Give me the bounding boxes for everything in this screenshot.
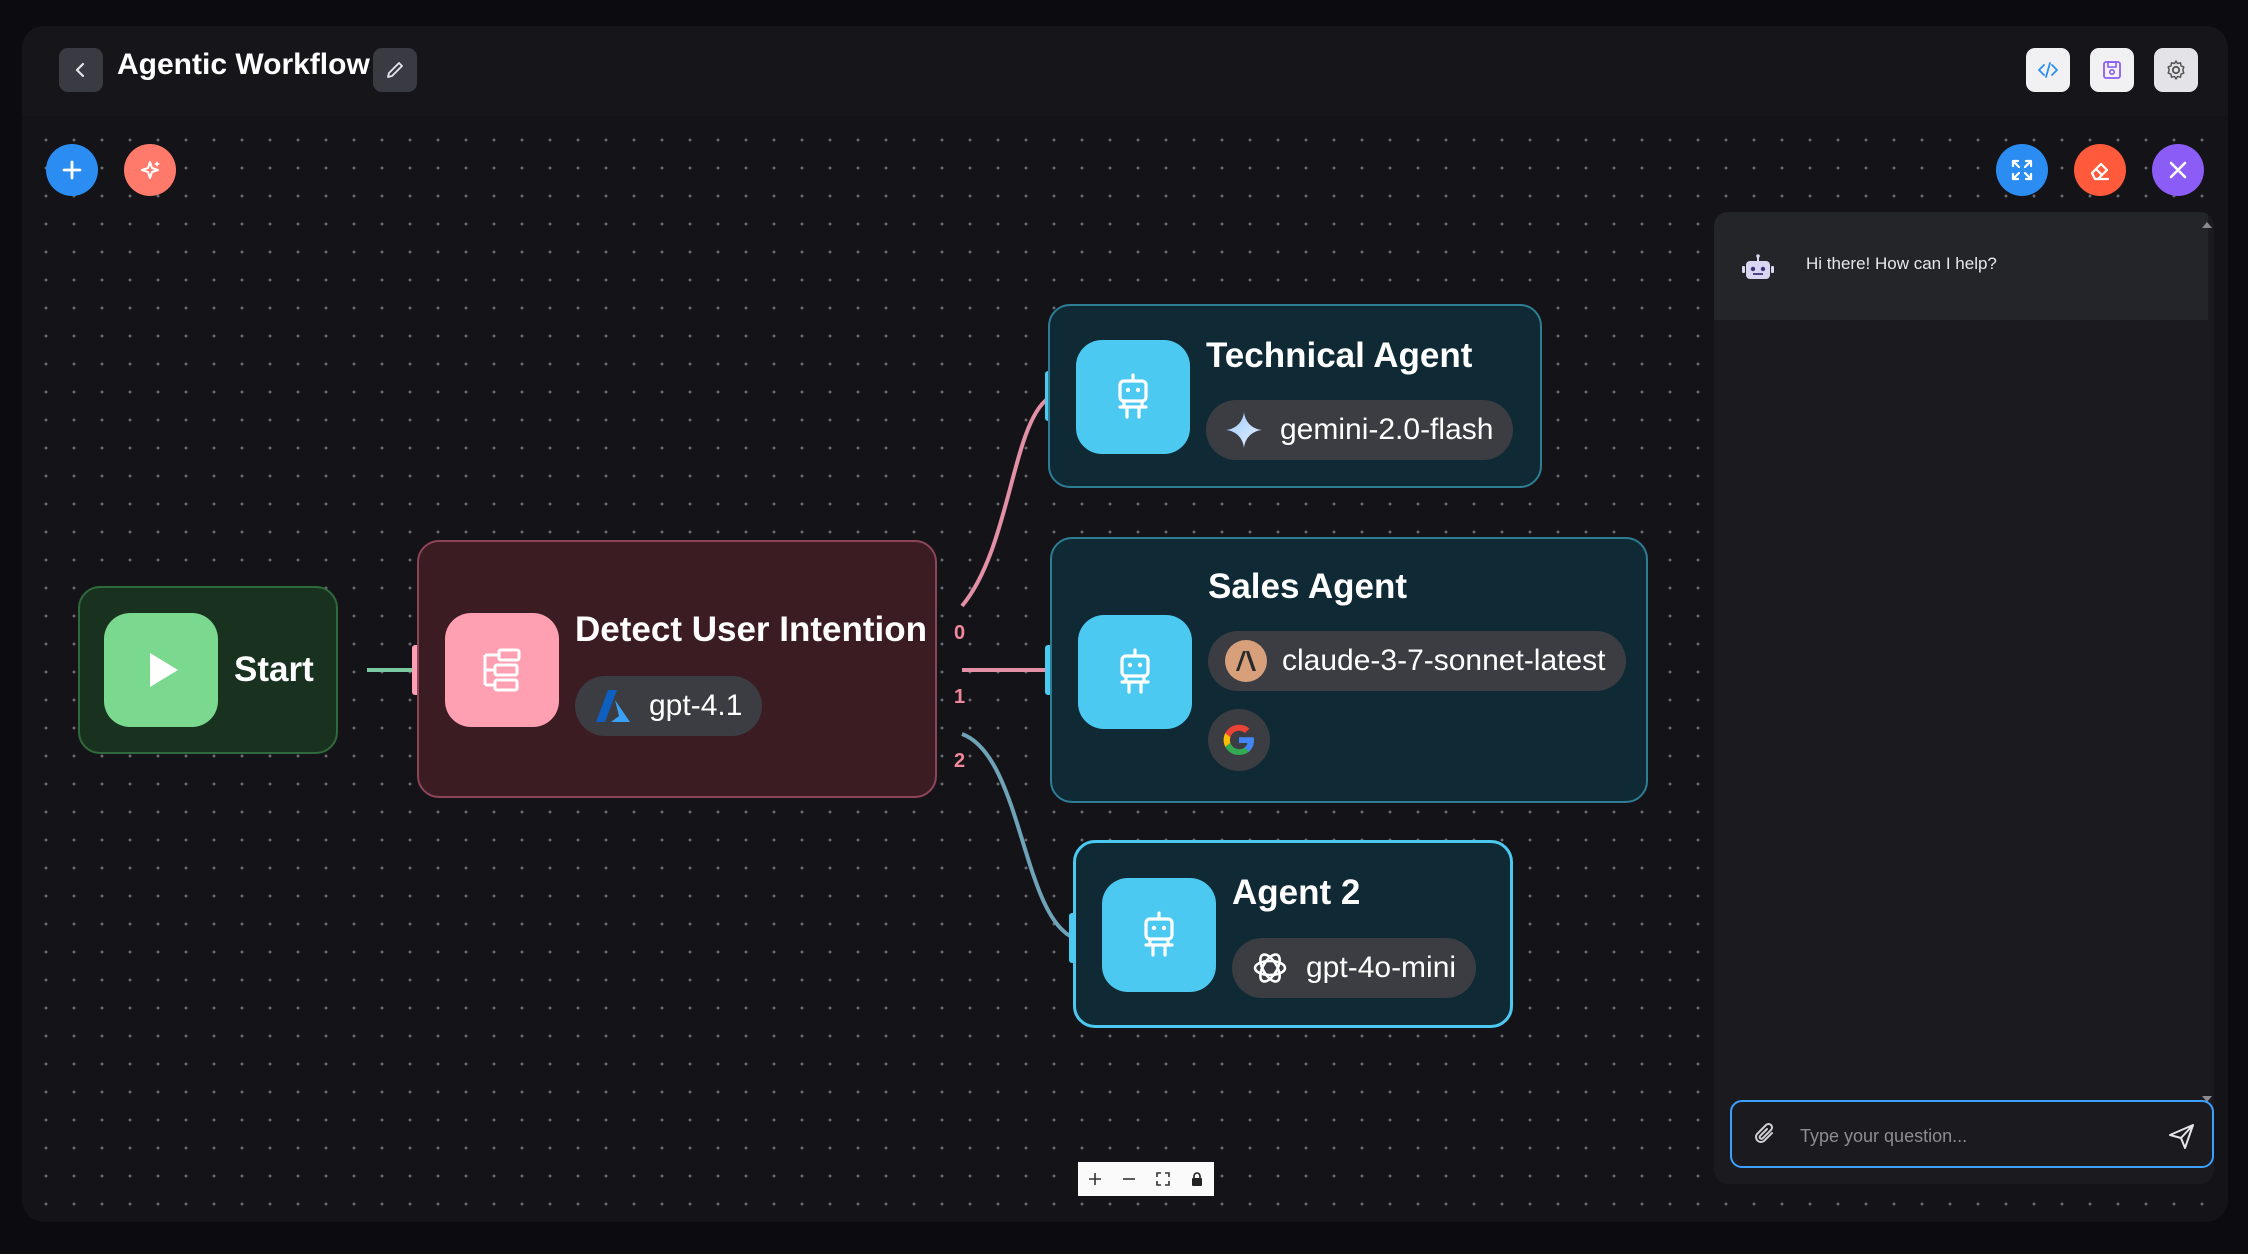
sales-agent-node[interactable]: Sales Agent claude-3-7-sonnet-latest bbox=[1050, 537, 1648, 803]
agent2-model-pill[interactable]: gpt-4o-mini bbox=[1232, 938, 1477, 998]
play-icon bbox=[150, 653, 178, 687]
edge-router-technical bbox=[960, 394, 1054, 608]
router-tile bbox=[445, 613, 559, 727]
router-node[interactable]: Detect User Intention gpt-4.1 bbox=[417, 540, 937, 798]
flow-branch-icon bbox=[483, 648, 521, 692]
sales-model-pill[interactable]: claude-3-7-sonnet-latest bbox=[1208, 631, 1626, 691]
router-output-1: 1 bbox=[954, 686, 966, 708]
anthropic-icon bbox=[1224, 639, 1268, 683]
sales-tool-google[interactable] bbox=[1208, 709, 1270, 771]
technical-agent-tile bbox=[1076, 340, 1190, 454]
technical-model-pill[interactable]: gemini-2.0-flash bbox=[1206, 400, 1514, 460]
agent2-node[interactable]: Agent 2 gpt-4o-mini bbox=[1073, 840, 1513, 1028]
robot-icon bbox=[1144, 911, 1174, 957]
router-model-label: gpt-4.1 bbox=[649, 689, 743, 722]
bot-greeting: Hi there! How can I help? bbox=[1806, 254, 1997, 273]
sales-agent-title: Sales Agent bbox=[1208, 567, 1408, 606]
start-label: Start bbox=[234, 650, 314, 689]
router-output-0: 0 bbox=[954, 622, 966, 644]
chat-input-box bbox=[1730, 1100, 2214, 1168]
zoom-in-icon[interactable] bbox=[1080, 1164, 1110, 1194]
chat-input[interactable] bbox=[1800, 1122, 2140, 1150]
azure-icon bbox=[591, 684, 635, 728]
chat-message-bot: Hi there! How can I help? bbox=[1714, 212, 2208, 320]
agent2-title: Agent 2 bbox=[1232, 873, 1361, 912]
start-node[interactable]: Start bbox=[78, 586, 338, 754]
openai-icon bbox=[1248, 946, 1292, 990]
router-title: Detect User Intention bbox=[575, 610, 927, 649]
app-window: Agentic Workflow Start Detect User Inten… bbox=[22, 26, 2228, 1222]
zoom-out-icon[interactable] bbox=[1114, 1164, 1144, 1194]
technical-agent-title: Technical Agent bbox=[1206, 336, 1473, 375]
lock-icon[interactable] bbox=[1182, 1164, 1212, 1194]
bot-avatar-icon bbox=[1740, 252, 1776, 293]
scroll-up-icon[interactable] bbox=[2200, 218, 2214, 232]
google-icon bbox=[1223, 724, 1254, 755]
play-tile bbox=[104, 613, 218, 727]
robot-icon bbox=[1118, 373, 1148, 419]
gemini-icon bbox=[1222, 408, 1266, 452]
fit-screen-icon[interactable] bbox=[1148, 1164, 1178, 1194]
agent2-tile bbox=[1102, 878, 1216, 992]
chat-panel: Hi there! How can I help? bbox=[1714, 212, 2214, 1184]
paperclip-icon[interactable] bbox=[1750, 1120, 1780, 1155]
sales-agent-tile bbox=[1078, 615, 1192, 729]
router-model-pill[interactable]: gpt-4.1 bbox=[575, 676, 763, 736]
technical-agent-node[interactable]: Technical Agent gemini-2.0-flash bbox=[1048, 304, 1542, 488]
router-output-2: 2 bbox=[954, 750, 966, 772]
send-icon[interactable] bbox=[2166, 1120, 2198, 1157]
canvas-controls bbox=[1078, 1162, 1214, 1196]
sales-model-label: claude-3-7-sonnet-latest bbox=[1282, 644, 1606, 677]
robot-icon bbox=[1120, 648, 1150, 694]
agent2-model-label: gpt-4o-mini bbox=[1306, 951, 1457, 984]
technical-model-label: gemini-2.0-flash bbox=[1280, 413, 1494, 446]
